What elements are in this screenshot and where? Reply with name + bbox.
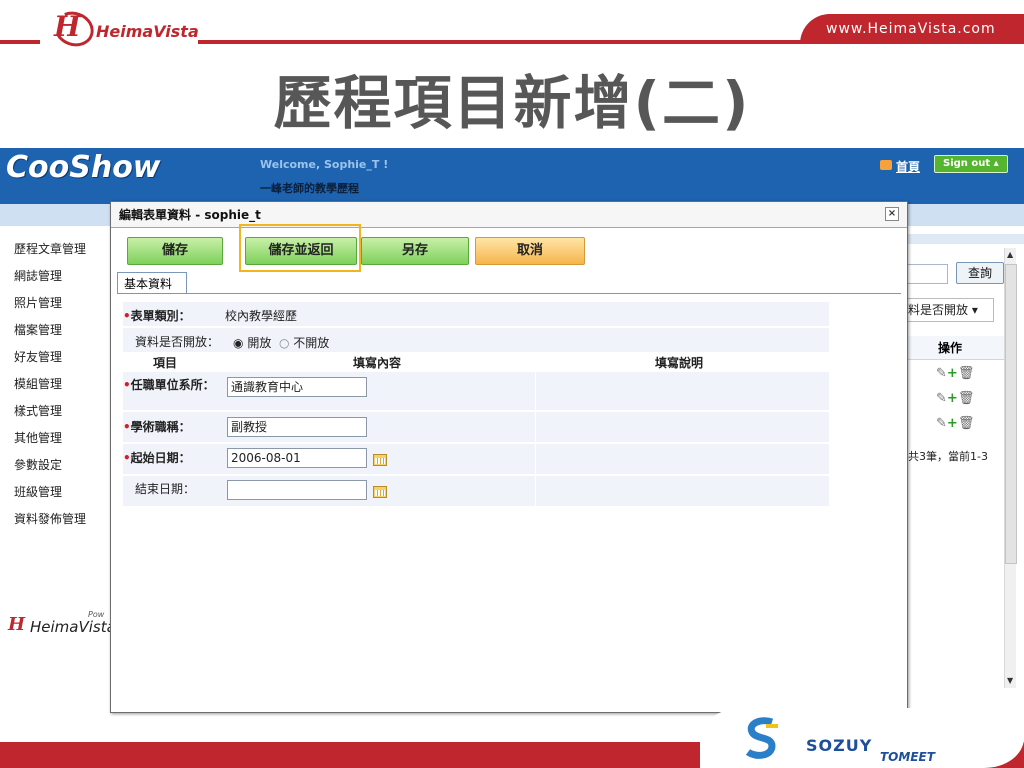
form-row-public: 資料是否開放： ◉ 開放 ○ 不開放 xyxy=(123,328,829,352)
sponsor-logo-s-icon xyxy=(745,717,778,759)
tab-basic-info[interactable]: 基本資料 xyxy=(117,272,187,294)
trash-icon[interactable]: 🗑 xyxy=(958,391,975,406)
edit-icon[interactable]: ✎ xyxy=(936,391,947,406)
edit-icon[interactable]: ✎ xyxy=(936,416,947,431)
sidebar-item-classes[interactable]: 班級管理 xyxy=(14,483,62,500)
slide-title: 歷程項目新增(二) xyxy=(273,69,751,137)
search-input[interactable] xyxy=(908,264,948,284)
list-row-actions: ✎+🗑 xyxy=(936,366,974,381)
col-item-header: 項目 xyxy=(153,356,178,370)
form-row-category: •表單類別： 校內教學經歷 xyxy=(123,302,829,326)
form-row-unit: •任職單位系所： 通識教育中心 xyxy=(123,372,829,410)
dialog-title-bar: 編輯表單資料 - sophie_t × xyxy=(111,202,907,228)
unit-input[interactable]: 通識教育中心 xyxy=(227,377,367,397)
dialog-title: 編輯表單資料 xyxy=(119,208,192,222)
form-row-end: 結束日期： xyxy=(123,476,829,506)
col-desc-header: 填寫說明 xyxy=(655,356,704,370)
add-icon[interactable]: + xyxy=(947,416,958,431)
search-button[interactable]: 查詢 xyxy=(956,262,1004,284)
list-row-actions: ✎+🗑 xyxy=(936,416,974,431)
calendar-icon[interactable] xyxy=(373,486,387,498)
sidebar-item-publish[interactable]: 資料發佈管理 xyxy=(14,510,86,527)
app-top-bar: CooShow Welcome, Sophie_T ! 一峰老師的教學歷程 首頁… xyxy=(0,148,1024,204)
scrollbar[interactable]: ▲ ▼ xyxy=(1004,248,1017,688)
radio-open-label: 開放 xyxy=(247,336,272,350)
sidebar-item-articles[interactable]: 歷程文章管理 xyxy=(14,240,86,257)
scroll-up-icon[interactable]: ▲ xyxy=(1007,250,1013,259)
end-desc-cell xyxy=(535,476,829,506)
powered-logo: HeimaVista xyxy=(30,618,116,636)
scroll-down-icon[interactable]: ▼ xyxy=(1007,676,1013,685)
sidebar-item-friends[interactable]: 好友管理 xyxy=(14,348,62,365)
add-icon[interactable]: + xyxy=(947,391,958,406)
save-as-button[interactable]: 另存 xyxy=(361,237,469,265)
public-filter-select[interactable]: 料是否開放 ▾ xyxy=(908,298,994,322)
form-row-start: •起始日期： 2006-08-01 xyxy=(123,444,829,474)
add-icon[interactable]: + xyxy=(947,366,958,381)
form-row-title: •學術職稱： 副教授 xyxy=(123,412,829,442)
sidebar-item-params[interactable]: 參數設定 xyxy=(14,456,62,473)
category-label: •表單類別： xyxy=(123,309,191,323)
sponsor-logo-tomeet: TOMEET xyxy=(880,750,935,764)
sidebar-item-files[interactable]: 檔案管理 xyxy=(14,321,62,338)
logo-text: HeimaVista xyxy=(96,22,199,41)
blog-subtitle: 一峰老師的教學歷程 xyxy=(260,182,359,195)
end-label: 結束日期： xyxy=(135,482,196,496)
sidebar-item-blog[interactable]: 網誌管理 xyxy=(14,267,62,284)
paging-info: 共3筆，當前1-3 xyxy=(908,450,988,463)
title-label: •學術職稱： xyxy=(123,420,191,434)
slide: www.HeimaVista.com H HeimaVista 歷程項目新增(二… xyxy=(0,0,1024,768)
sidebar: 歷程文章管理 網誌管理 照片管理 檔案管理 好友管理 模組管理 樣式管理 其他管… xyxy=(0,226,116,708)
header-url: www.HeimaVista.com xyxy=(826,21,996,37)
sidebar-item-photos[interactable]: 照片管理 xyxy=(14,294,62,311)
public-label: 資料是否開放： xyxy=(135,335,220,349)
start-desc-cell xyxy=(535,444,829,474)
end-date-input[interactable] xyxy=(227,480,367,500)
powered-logo-mark: H xyxy=(8,614,26,635)
scroll-thumb[interactable] xyxy=(1005,264,1017,564)
dialog-user: - sophie_t xyxy=(195,208,261,222)
public-radio-group: ◉ 開放 ○ 不開放 xyxy=(233,334,329,351)
list-row-actions: ✎+🗑 xyxy=(936,391,974,406)
trash-icon[interactable]: 🗑 xyxy=(958,416,975,431)
sign-out-button[interactable]: Sign out ▴ xyxy=(934,155,1008,173)
unit-desc-cell xyxy=(535,372,829,410)
sponsor-logo-sozuy: SOZUY xyxy=(806,736,873,755)
welcome-text: Welcome, Sophie_T ! xyxy=(260,158,389,171)
sidebar-item-other[interactable]: 其他管理 xyxy=(14,429,62,446)
tab-divider xyxy=(117,293,901,294)
close-icon[interactable]: × xyxy=(885,207,899,221)
right-list-panel: 查詢 料是否開放 ▾ 操作 ✎+🗑 ✎+🗑 ✎+🗑 共3筆，當前1-3 ▲ ▼ xyxy=(908,248,1024,708)
sidebar-item-modules[interactable]: 模組管理 xyxy=(14,375,62,392)
op-column-header: 操作 xyxy=(908,336,1008,360)
heimavista-logo: H HeimaVista xyxy=(40,6,199,52)
home-link[interactable]: 首頁 xyxy=(896,158,920,175)
trash-icon[interactable]: 🗑 xyxy=(958,366,975,381)
start-date-input[interactable]: 2006-08-01 xyxy=(227,448,367,468)
title-input[interactable]: 副教授 xyxy=(227,417,367,437)
calendar-icon[interactable] xyxy=(373,454,387,466)
sidebar-item-styles[interactable]: 樣式管理 xyxy=(14,402,62,419)
app-logo: CooShow xyxy=(6,150,161,185)
start-label: •起始日期： xyxy=(123,451,191,465)
edit-form-dialog: 編輯表單資料 - sophie_t × 儲存 儲存並返回 另存 取消 基本資料 … xyxy=(110,201,908,713)
col-content-header: 填寫內容 xyxy=(353,356,402,370)
radio-closed-label: 不開放 xyxy=(293,336,330,350)
home-icon[interactable] xyxy=(880,160,892,170)
radio-closed[interactable]: ○ xyxy=(279,336,289,350)
edit-icon[interactable]: ✎ xyxy=(936,366,947,381)
save-button[interactable]: 儲存 xyxy=(127,237,223,265)
highlight-box xyxy=(239,224,361,272)
title-desc-cell xyxy=(535,412,829,442)
unit-label: •任職單位系所： xyxy=(123,378,215,392)
cancel-button[interactable]: 取消 xyxy=(475,237,585,265)
radio-open[interactable]: ◉ xyxy=(233,336,243,350)
category-value: 校內教學經歷 xyxy=(225,309,298,323)
